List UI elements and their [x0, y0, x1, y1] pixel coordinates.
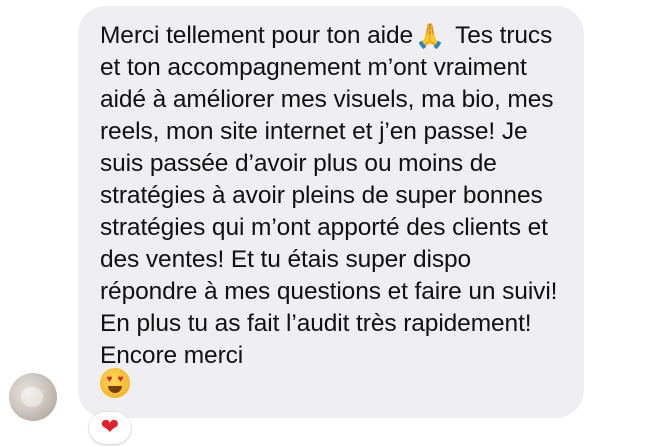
heart-eyes-emoji-icon: ♥ ♥ [100, 368, 130, 398]
heart-eye-left-icon: ♥ [106, 374, 113, 385]
message-text-start: Merci tellement pour ton aide [100, 22, 414, 49]
message-bubble[interactable]: Merci tellement pour ton aide🙏 Tes trucs… [78, 6, 584, 418]
red-heart-icon: ❤ [100, 415, 120, 440]
message-text-rest: Tes trucs et ton accompagnement m’ont vr… [100, 22, 558, 369]
smile-mouth [108, 386, 122, 393]
praying-hands-icon: 🙏 [415, 22, 445, 50]
message-thread: Merci tellement pour ton aide🙏 Tes trucs… [0, 0, 664, 447]
message-text: Merci tellement pour ton aide🙏 Tes trucs… [100, 20, 564, 372]
sender-avatar[interactable] [9, 373, 57, 421]
reaction-badge[interactable]: ❤ [89, 412, 131, 444]
heart-eye-right-icon: ♥ [117, 374, 124, 385]
